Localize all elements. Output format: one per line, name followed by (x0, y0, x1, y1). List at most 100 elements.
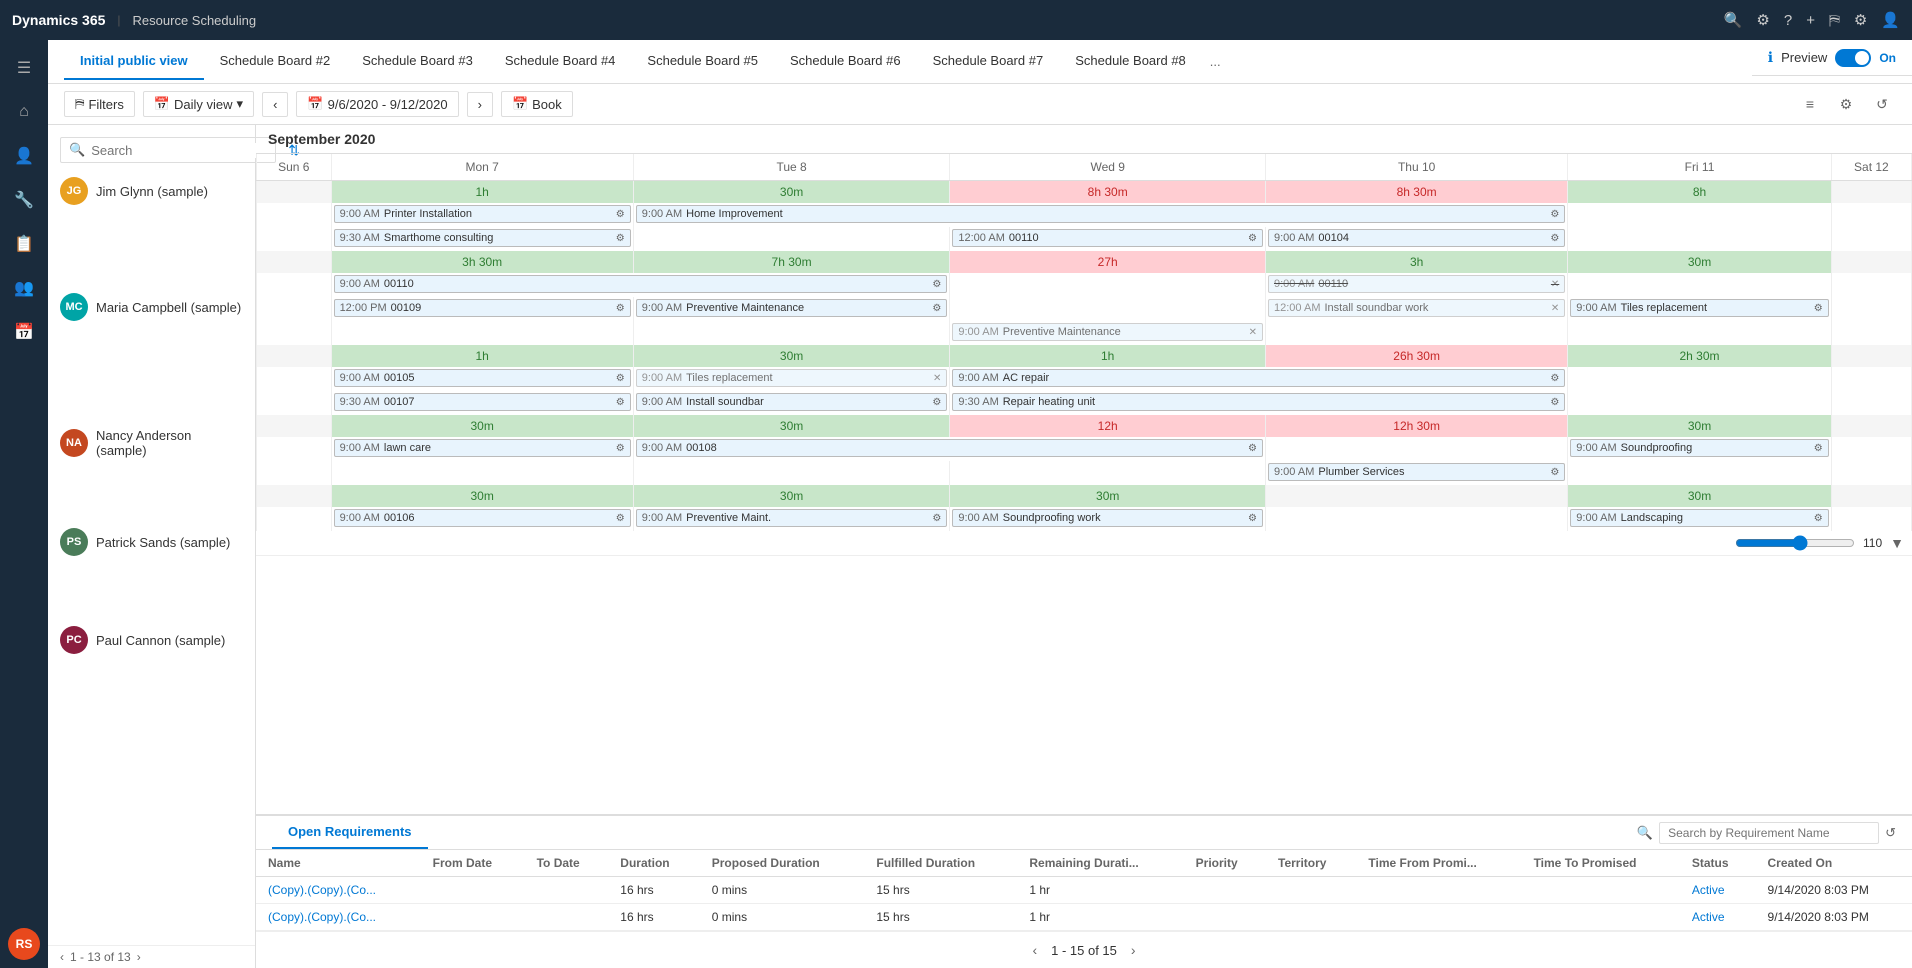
req-priority-2 (1184, 904, 1266, 931)
tab-schedule-board-3[interactable]: Schedule Board #3 (346, 43, 489, 80)
bottom-tabs: Open Requirements 🔍 ↺ (256, 816, 1912, 850)
resource-pagination: ‹ 1 - 13 of 13 › (48, 945, 255, 968)
tab-more[interactable]: ... (1202, 44, 1229, 79)
event-00110-maria[interactable]: 9:00 AM 00110 ⚙ (334, 275, 948, 293)
event-lawn-care-patrick[interactable]: 9:00 AM lawn care ⚙ (334, 439, 631, 457)
tab-initial-public-view[interactable]: Initial public view (64, 43, 204, 80)
event-soundproofing-patrick[interactable]: 9:00 AM Soundproofing ⚙ (1570, 439, 1828, 457)
req-status-link-1[interactable]: Active (1692, 883, 1725, 897)
event-landscaping-paul[interactable]: 9:00 AM Landscaping ⚙ (1570, 509, 1828, 527)
preview-info-icon: ℹ (1768, 49, 1773, 66)
event-00106-paul[interactable]: 9:00 AM 00106 ⚙ (334, 509, 631, 527)
search-input[interactable] (91, 143, 267, 158)
sidebar-menu-icon[interactable]: ☰ (4, 48, 44, 88)
event-00109-maria[interactable]: 12:00 PM 00109 ⚙ (334, 299, 631, 317)
event-plumber-services-patrick[interactable]: 9:00 AM Plumber Services ⚙ (1268, 463, 1565, 481)
tab-schedule-board-4[interactable]: Schedule Board #4 (489, 43, 632, 80)
next-date-button[interactable]: › (467, 92, 493, 117)
search-req-input[interactable] (1668, 826, 1870, 840)
sidebar-calendar-icon[interactable]: 📅 (4, 312, 44, 352)
resource-name-ps: Patrick Sands (sample) (96, 535, 230, 550)
sidebar-requirements-icon[interactable]: 📋 (4, 224, 44, 264)
date-range-button[interactable]: 📅 9/6/2020 - 9/12/2020 (296, 91, 458, 117)
event-preventive-maint-paul[interactable]: 9:00 AM Preventive Maint. ⚙ (636, 509, 948, 527)
req-time-to-1 (1522, 877, 1680, 904)
list-view-icon[interactable]: ≡ (1796, 90, 1824, 118)
req-row-1: (Copy).(Copy).(Co... 16 hrs 0 mins 15 hr… (256, 877, 1912, 904)
event-preventive-maintenance-maria2[interactable]: 9:00 AM Preventive Maintenance ✕ (952, 323, 1263, 341)
tab-schedule-board-5[interactable]: Schedule Board #5 (631, 43, 774, 80)
account-icon[interactable]: 👤 (1881, 11, 1900, 29)
search-box[interactable]: 🔍 (60, 137, 276, 163)
event-home-improvement[interactable]: 9:00 AM Home Improvement ⚙ (636, 205, 1566, 223)
requirements-pagination: ‹ 1 - 15 of 15 › (256, 931, 1912, 968)
req-from-2 (421, 904, 525, 931)
settings-icon[interactable]: ⚙ (1756, 11, 1769, 29)
event-tiles-replacement-maria[interactable]: 9:00 AM Tiles replacement ⚙ (1570, 299, 1828, 317)
event-install-soundbar-nancy[interactable]: 9:00 AM Install soundbar ⚙ (636, 393, 948, 411)
event-soundproofing-work-paul[interactable]: 9:00 AM Soundproofing work ⚙ (952, 509, 1263, 527)
req-pag-prev[interactable]: ‹ (1026, 940, 1043, 960)
event-00110-maria-x[interactable]: 9:00 AM 00110 ✕ (1268, 275, 1565, 293)
tab-schedule-board-6[interactable]: Schedule Board #6 (774, 43, 917, 80)
req-status-link-2[interactable]: Active (1692, 910, 1725, 924)
resource-avatar-pc: PC (60, 626, 88, 654)
sidebar-resources-icon[interactable]: 🔧 (4, 180, 44, 220)
res-pag-next[interactable]: › (137, 950, 141, 964)
filter-icon[interactable]: ⛿ (1829, 12, 1840, 29)
calendar-grid-wrapper: Sun 6 Mon 7 Tue 8 Wed 9 Thu 10 Fri 11 Sa… (256, 154, 1912, 531)
event-00108-patrick[interactable]: 9:00 AM 00108 ⚙ (636, 439, 1263, 457)
event-repair-heating-unit-nancy[interactable]: 9:30 AM Repair heating unit ⚙ (952, 393, 1565, 411)
daily-view-button[interactable]: 📅 Daily view ▾ (143, 91, 254, 117)
maria-events-row3: 9:00 AM Preventive Maintenance ✕ (256, 321, 1912, 345)
event-00107-nancy[interactable]: 9:30 AM 00107 ⚙ (334, 393, 631, 411)
sidebar-users-icon[interactable]: 👤 (4, 136, 44, 176)
search-icon[interactable]: 🔍 (1724, 11, 1743, 29)
col-status: Status (1680, 850, 1756, 877)
req-territory-2 (1266, 904, 1356, 931)
open-requirements-tab[interactable]: Open Requirements (272, 816, 428, 849)
collapse-button[interactable]: ▼ (1890, 535, 1904, 551)
event-printer-installation[interactable]: 9:00 AM Printer Installation ⚙ (334, 205, 631, 223)
help-icon[interactable]: ? (1784, 12, 1792, 29)
event-install-soundbar-work[interactable]: 12:00 AM Install soundbar work ✕ (1268, 299, 1565, 317)
resource-item-patrick-sands[interactable]: PS Patrick Sands (sample) (48, 522, 255, 562)
book-button[interactable]: 📅 Book (501, 91, 573, 117)
sidebar-avatar[interactable]: RS (8, 928, 40, 960)
day-header-sun: Sun 6 (257, 154, 332, 181)
tab-schedule-board-2[interactable]: Schedule Board #2 (204, 43, 347, 80)
refresh-req-icon[interactable]: ↺ (1885, 825, 1896, 841)
event-00105-nancy[interactable]: 9:00 AM 00105 ⚙ (334, 369, 631, 387)
event-smarthome-consulting[interactable]: 9:30 AM Smarthome consulting ⚙ (334, 229, 631, 247)
resource-item-jim-glynn[interactable]: JG Jim Glynn (sample) (48, 171, 255, 211)
event-preventive-maintenance-maria[interactable]: 9:00 AM Preventive Maintenance ⚙ (636, 299, 948, 317)
sidebar-home-icon[interactable]: ⌂ (4, 92, 44, 132)
event-00104-jim[interactable]: 9:00 AM 00104 ⚙ (1268, 229, 1565, 247)
resource-item-maria-campbell[interactable]: MC Maria Campbell (sample) (48, 287, 255, 327)
event-ac-repair-nancy[interactable]: 9:00 AM AC repair ⚙ (952, 369, 1565, 387)
patrick-events-row2: 9:00 AM Plumber Services ⚙ (256, 461, 1912, 485)
content-body: 🔍 ⇅ JG Jim Glynn (sample) MC Maria Campb… (48, 125, 1912, 968)
sidebar-teams-icon[interactable]: 👥 (4, 268, 44, 308)
req-name-link-2[interactable]: (Copy).(Copy).(Co... (268, 910, 376, 924)
filters-label: Filters (88, 97, 123, 112)
prev-date-button[interactable]: ‹ (262, 92, 288, 117)
req-pag-next[interactable]: › (1125, 940, 1142, 960)
resource-item-nancy-anderson[interactable]: NA Nancy Anderson (sample) (48, 422, 255, 464)
refresh-icon[interactable]: ↺ (1868, 90, 1896, 118)
event-tiles-replacement-nancy[interactable]: 9:00 AM Tiles replacement ✕ (636, 369, 948, 387)
zoom-slider[interactable] (1735, 535, 1855, 551)
settings-view-icon[interactable]: ⚙ (1832, 90, 1860, 118)
add-icon[interactable]: + (1806, 12, 1815, 29)
event-00110-jim[interactable]: 12:00 AM 00110 ⚙ (952, 229, 1263, 247)
search-req-box[interactable] (1659, 822, 1879, 844)
tab-schedule-board-8[interactable]: Schedule Board #8 (1059, 43, 1202, 80)
filters-button[interactable]: ⛿ Filters (64, 91, 135, 117)
options-icon[interactable]: ⚙ (1854, 11, 1867, 29)
res-pag-prev[interactable]: ‹ (60, 950, 64, 964)
tab-schedule-board-7[interactable]: Schedule Board #7 (917, 43, 1060, 80)
resource-list: JG Jim Glynn (sample) MC Maria Campbell … (48, 171, 255, 945)
resource-item-paul-cannon[interactable]: PC Paul Cannon (sample) (48, 620, 255, 660)
preview-toggle[interactable] (1835, 49, 1871, 67)
req-name-link-1[interactable]: (Copy).(Copy).(Co... (268, 883, 376, 897)
